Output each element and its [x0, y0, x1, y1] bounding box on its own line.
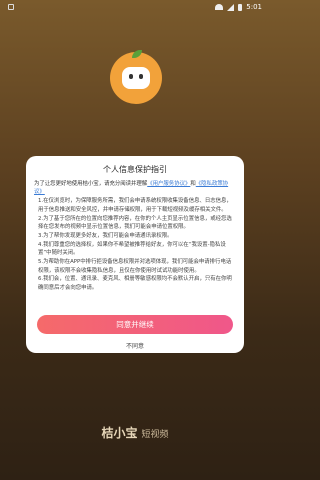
brand-name: 桔小宝	[101, 426, 138, 440]
mascot-icon	[122, 67, 150, 89]
agree-continue-button[interactable]: 同意并继续	[37, 315, 233, 334]
user-agreement-link[interactable]: 《用户服务协议》	[147, 181, 190, 187]
app-logo	[110, 50, 162, 104]
paragraph: 6.我们会，位置、通讯录、麦克风、相册等敏感权限均不会默认开启，只有在你明确同意…	[38, 276, 232, 291]
dialog-title: 个人信息保护指引	[103, 165, 167, 174]
leaf-icon	[132, 50, 142, 58]
intro-text: 为了让您更好地使用桔小宝，请充分阅读并理解	[34, 181, 148, 187]
brand-subtitle: 短视频	[141, 430, 169, 440]
paragraph: 4.我们尊重您的选择权，如果你不希望被推荐给好友，你可以在“我设置-隐私设置”中…	[38, 241, 226, 257]
dialog-intro: 为了让您更好地使用桔小宝，请充分阅读并理解《用户服务协议》和《隐私政策协议》	[34, 180, 236, 197]
dialog-body[interactable]: 为了让您更好地使用桔小宝，请充分阅读并理解《用户服务协议》和《隐私政策协议》 1…	[34, 180, 236, 310]
status-time: 5:01	[246, 3, 262, 11]
notification-icon	[8, 4, 14, 10]
paragraph: 2.为了基于您所在的位置向您推荐内容，在你的个人主页显示位置信息，或经您选择在您…	[38, 215, 232, 231]
bottom-brand: 桔小宝 短视频	[0, 424, 270, 441]
signal-icon	[227, 3, 235, 11]
status-left	[8, 4, 14, 10]
status-right: 5:01	[215, 3, 262, 11]
disagree-button[interactable]: 不同意	[26, 339, 244, 351]
privacy-dialog: 个人信息保护指引 为了让您更好地使用桔小宝，请充分阅读并理解《用户服务协议》和《…	[26, 156, 244, 353]
wifi-icon	[215, 4, 224, 10]
paragraph: 5.为帮助你在APP中排行拒设备信息权限并对选项体现，我们可能会申请排行电话权限…	[38, 259, 232, 274]
paragraph: 1.在仅浏览时，为保障服务所需，我们会申请系统权限收集设备信息、日志信息，用于信…	[38, 198, 232, 213]
status-bar: 5:01	[0, 0, 270, 14]
battery-icon	[238, 3, 243, 11]
paragraph: 3.为了帮你发现更多好友，我们可能会申请通讯录权限。	[38, 232, 173, 239]
